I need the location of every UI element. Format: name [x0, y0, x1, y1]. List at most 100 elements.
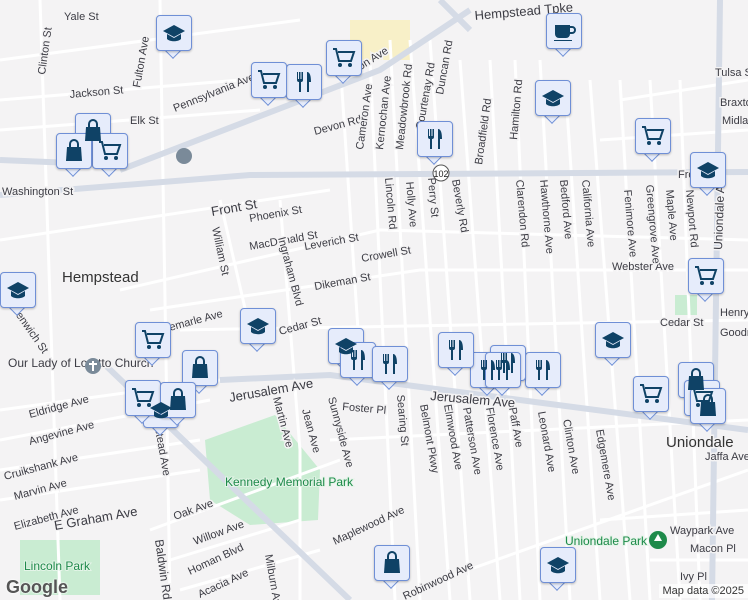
svg-text:Angevine Ave: Angevine Ave — [28, 419, 96, 448]
restaurant-marker[interactable] — [525, 352, 561, 396]
marker-badge — [56, 133, 92, 169]
school-marker[interactable] — [690, 152, 726, 196]
marker-badge — [372, 346, 408, 382]
school-marker[interactable] — [0, 272, 36, 316]
shopping-marker[interactable] — [690, 388, 726, 432]
marker-badge — [160, 382, 196, 418]
shopping-cart-icon — [132, 388, 155, 407]
marker-badge — [125, 380, 161, 416]
graduation-cap-icon — [163, 25, 185, 42]
shopping-bag-icon — [66, 139, 82, 161]
school-marker[interactable] — [535, 80, 571, 124]
svg-text:California Ave: California Ave — [579, 179, 597, 247]
svg-text:Ivy Pl: Ivy Pl — [680, 571, 707, 583]
marker-badge — [535, 80, 571, 116]
marker-badge — [438, 332, 474, 368]
graduation-cap-icon — [697, 162, 719, 179]
restaurant-marker[interactable] — [286, 64, 322, 108]
fork-knife-icon — [351, 350, 365, 370]
shopping-bag-icon — [384, 551, 400, 573]
marker-badge — [688, 258, 724, 294]
svg-text:Clinton St: Clinton St — [36, 27, 55, 76]
graduation-cap-icon — [247, 318, 269, 335]
marker-badge — [540, 547, 576, 583]
svg-text:Beverly Rd: Beverly Rd — [449, 178, 470, 233]
marker-badge — [485, 352, 521, 388]
svg-text:Leonard Ave: Leonard Ave — [535, 410, 558, 473]
svg-text:Crowell St: Crowell St — [360, 244, 411, 265]
restaurant-marker[interactable] — [340, 342, 376, 386]
place-uniondale-park: Uniondale Park — [565, 534, 648, 548]
place-church: Our Lady of Loretto Church — [8, 356, 153, 370]
svg-text:Cruikshank Ave: Cruikshank Ave — [3, 452, 80, 483]
fork-knife-icon — [297, 72, 311, 92]
map-data-attribution[interactable]: Map data ©2025 — [658, 584, 748, 598]
svg-text:Meadowbrook Rd: Meadowbrook Rd — [394, 63, 415, 150]
place-uniondale: Uniondale — [666, 434, 734, 451]
fork-knife-icon — [536, 360, 550, 380]
svg-text:Jackson St: Jackson St — [69, 84, 124, 101]
svg-text:Ingraham Blvd: Ingraham Blvd — [275, 236, 305, 308]
marker-badge — [595, 322, 631, 358]
marker-badge — [182, 350, 218, 386]
svg-text:Paff Ave: Paff Ave — [506, 406, 525, 448]
shopping-marker[interactable] — [633, 376, 669, 420]
shopping-marker[interactable] — [92, 133, 128, 177]
shopping-cart-icon — [99, 141, 122, 160]
shopping-marker[interactable] — [326, 40, 362, 84]
shopping-marker[interactable] — [251, 62, 287, 106]
school-marker[interactable] — [240, 308, 276, 352]
graduation-cap-icon — [602, 332, 624, 349]
svg-text:Baldwin Rd: Baldwin Rd — [152, 538, 174, 600]
school-marker[interactable] — [595, 322, 631, 366]
svg-text:Jean Ave: Jean Ave — [299, 408, 322, 455]
coffee-cup-icon — [554, 25, 576, 41]
shopping-marker[interactable] — [635, 118, 671, 162]
svg-text:Maplewood Ave: Maplewood Ave — [331, 504, 406, 548]
marker-badge — [525, 352, 561, 388]
cafe-marker[interactable] — [546, 13, 582, 57]
shopping-marker[interactable] — [374, 545, 410, 589]
svg-text:Florence Ave: Florence Ave — [483, 406, 506, 471]
svg-text:Waypark Ave: Waypark Ave — [670, 525, 734, 537]
svg-text:Cedar St: Cedar St — [660, 317, 703, 329]
svg-text:Broadfield Rd: Broadfield Rd — [473, 98, 494, 166]
place-lincoln-park: Lincoln Park — [24, 559, 91, 573]
fork-knife-icon — [496, 360, 510, 380]
marker-badge — [417, 121, 453, 157]
graduation-cap-icon — [542, 90, 564, 107]
restaurant-marker[interactable] — [372, 346, 408, 390]
svg-text:Holly Ave: Holly Ave — [403, 181, 419, 228]
svg-text:102: 102 — [433, 169, 448, 179]
svg-text:Goodr: Goodr — [720, 327, 748, 339]
school-marker[interactable] — [156, 15, 192, 59]
map-canvas[interactable]: Yale St Clinton St Jackson St Elk St Pen… — [0, 0, 748, 600]
shopping-bag-icon — [170, 388, 186, 410]
marker-badge — [251, 62, 287, 98]
svg-text:Pennsylvania Ave: Pennsylvania Ave — [172, 71, 257, 115]
google-logo: Google — [6, 577, 68, 597]
svg-text:Marvin Ave: Marvin Ave — [13, 477, 68, 503]
shopping-marker[interactable] — [688, 258, 724, 302]
marker-badge — [635, 118, 671, 154]
marker-badge — [690, 388, 726, 424]
fork-knife-icon — [428, 129, 442, 149]
svg-text:Clarendon Rd: Clarendon Rd — [513, 179, 531, 248]
svg-text:Washington St: Washington St — [2, 186, 73, 198]
shopping-bag-icon — [700, 394, 716, 416]
svg-text:Yale St: Yale St — [64, 11, 99, 23]
shopping-marker[interactable] — [56, 133, 92, 177]
graduation-cap-icon — [7, 282, 29, 299]
graduation-cap-icon — [547, 557, 569, 574]
restaurant-marker[interactable] — [485, 352, 521, 396]
shopping-marker[interactable] — [135, 322, 171, 366]
restaurant-marker[interactable] — [417, 121, 453, 165]
marker-badge — [374, 545, 410, 581]
school-marker[interactable] — [540, 547, 576, 591]
svg-text:Maple Ave: Maple Ave — [663, 189, 679, 241]
svg-text:Fenimore Ave: Fenimore Ave — [621, 189, 639, 257]
restaurant-marker[interactable] — [438, 332, 474, 376]
svg-text:Robinwood Ave: Robinwood Ave — [401, 560, 475, 600]
svg-text:Edgemere Ave: Edgemere Ave — [593, 428, 617, 501]
university-icon — [176, 148, 192, 164]
